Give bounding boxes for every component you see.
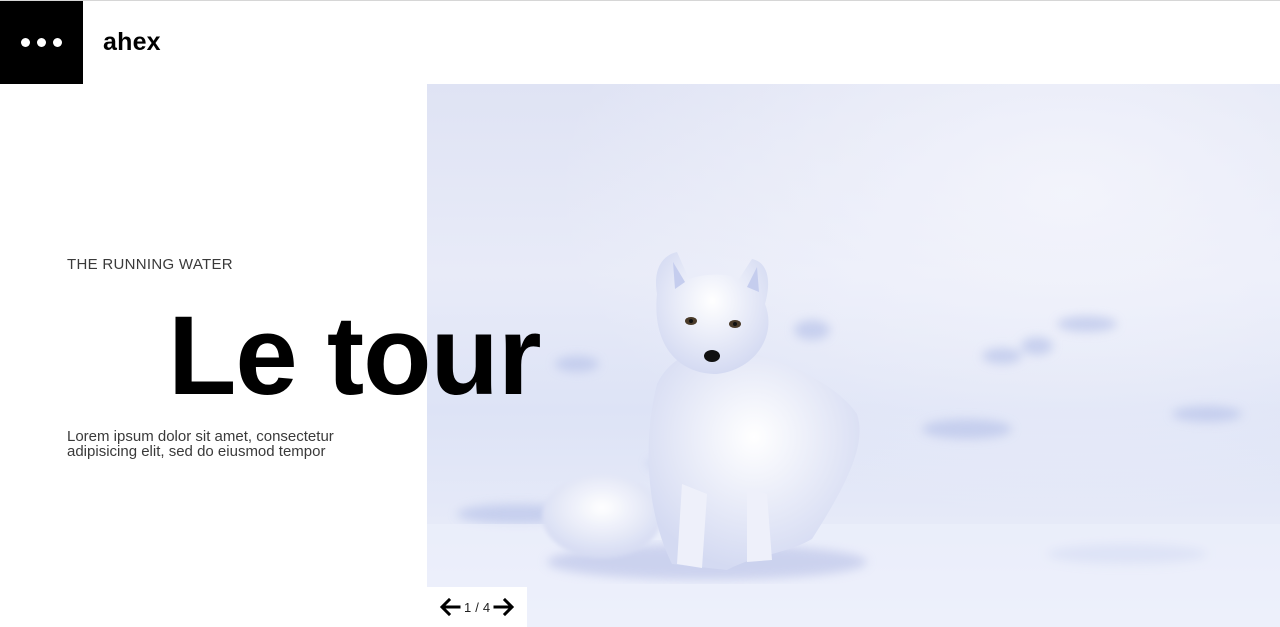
prev-slide-button[interactable] [439,597,461,617]
slide-separator: / [475,599,479,615]
next-slide-button[interactable] [493,597,515,617]
hero-image [427,84,1280,627]
slide-current: 1 [463,599,472,615]
more-dots-icon [53,38,62,47]
more-dots-icon [21,38,30,47]
more-dots-icon [37,38,46,47]
arrow-left-icon [439,597,461,617]
arctic-fox-photo [427,84,1280,627]
slider-pager: 1 / 4 [427,587,527,627]
page: ahex THE RUNNING WATER Le tour Lorem ips… [0,0,1280,627]
hero-eyebrow: THE RUNNING WATER [67,256,233,273]
hero-headline: Le tour [168,293,542,418]
slide-total: 4 [482,599,491,615]
logo[interactable]: ahex [103,28,161,57]
menu-button[interactable] [0,1,83,84]
arrow-right-icon [493,597,515,617]
hero-description: Lorem ipsum dolor sit amet, consectetur … [67,428,334,460]
top-divider [0,0,1280,1]
